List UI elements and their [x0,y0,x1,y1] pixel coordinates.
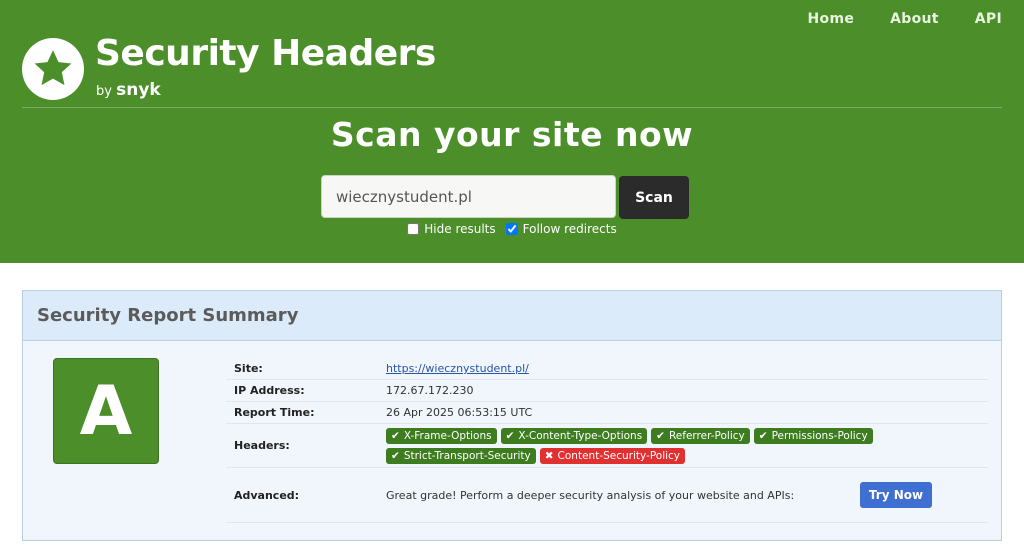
hide-results-checkbox[interactable] [407,223,420,235]
headers-label: Headers: [234,439,290,452]
report-time-label: Report Time: [234,406,315,419]
advanced-row: Advanced: Great grade! Perform a deeper … [226,468,988,523]
site-link[interactable]: https://wiecznystudent.pl/ [386,362,529,375]
header-badge: ✔ Referrer-Policy [651,427,750,444]
check-icon: ✔ [656,429,665,442]
ip-row: IP Address: 172.67.172.230 [226,380,988,402]
site-header: Home About API Security Headers by snyk … [0,0,1024,263]
top-nav: Home About API [808,11,1002,27]
report-title: Security Report Summary [37,305,299,326]
check-icon: ✔ [391,449,400,462]
header-badge-label: Content-Security-Policy [557,449,681,462]
report-summary-panel: Security Report Summary A Site: https://… [22,290,1002,541]
nav-about-link[interactable]: About [890,11,939,27]
ip-value: 172.67.172.230 [386,384,474,397]
follow-redirects-checkbox[interactable] [505,223,518,235]
nav-api-link[interactable]: API [975,11,1002,27]
header-divider [22,107,1002,108]
header-badge-label: Permissions-Policy [771,429,868,442]
site-label: Site: [234,362,263,375]
hide-results-option[interactable]: Hide results [407,222,496,236]
site-row: Site: https://wiecznystudent.pl/ [226,358,988,380]
header-badge-label: X-Content-Type-Options [518,429,643,442]
header-badge: ✖ Content-Security-Policy [539,447,686,464]
check-icon: ✔ [758,429,768,442]
advanced-text: Great grade! Perform a deeper security a… [386,488,795,502]
check-icon: ✔ [505,429,515,442]
nav-home-link[interactable]: Home [808,11,855,27]
follow-redirects-label: Follow redirects [522,222,617,236]
report-header: Security Report Summary [23,291,1001,341]
header-badge: ✔ X-Frame-Options [386,427,497,444]
report-time-value: 26 Apr 2025 06:53:15 UTC [386,406,533,419]
brand-byline: by snyk [96,80,161,100]
header-badge: ✔ X-Content-Type-Options [500,427,648,444]
grade-badge: A [53,358,159,464]
byline-prefix: by [96,84,112,99]
report-details: Site: https://wiecznystudent.pl/ IP Addr… [226,358,988,523]
try-now-button[interactable]: Try Now [860,482,932,508]
report-time-row: Report Time: 26 Apr 2025 06:53:15 UTC [226,402,988,424]
header-badge: ✔ Strict-Transport-Security [386,447,536,464]
brand-title[interactable]: Security Headers [95,33,436,75]
header-badge-label: X-Frame-Options [403,429,492,442]
scan-button[interactable]: Scan [619,176,689,219]
headers-row: Headers: ✔ X-Frame-Options ✔ X-Content-Type… [226,424,988,468]
hide-results-label: Hide results [424,222,496,236]
scan-title: Scan your site now [330,115,694,154]
ip-label: IP Address: [234,384,305,397]
check-icon: ✔ [391,429,400,442]
header-badge-label: Strict-Transport-Security [403,449,531,462]
star-icon [34,50,72,86]
site-search-input[interactable] [321,175,616,218]
follow-redirects-option[interactable]: Follow redirects [505,222,617,236]
header-badges: ✔ X-Frame-Options ✔ X-Content-Type-Options ✔… [386,427,988,464]
advanced-label: Advanced: [234,488,300,502]
star-logo-icon[interactable] [22,38,84,100]
advanced-content: Great grade! Perform a deeper security a… [386,482,988,508]
header-badge-label: Referrer-Policy [668,429,745,442]
scan-options: Hide results Follow redirects [0,222,1024,236]
byline-company: snyk [116,80,161,100]
cross-icon: ✖ [544,449,554,462]
header-badge: ✔ Permissions-Policy [753,427,873,444]
